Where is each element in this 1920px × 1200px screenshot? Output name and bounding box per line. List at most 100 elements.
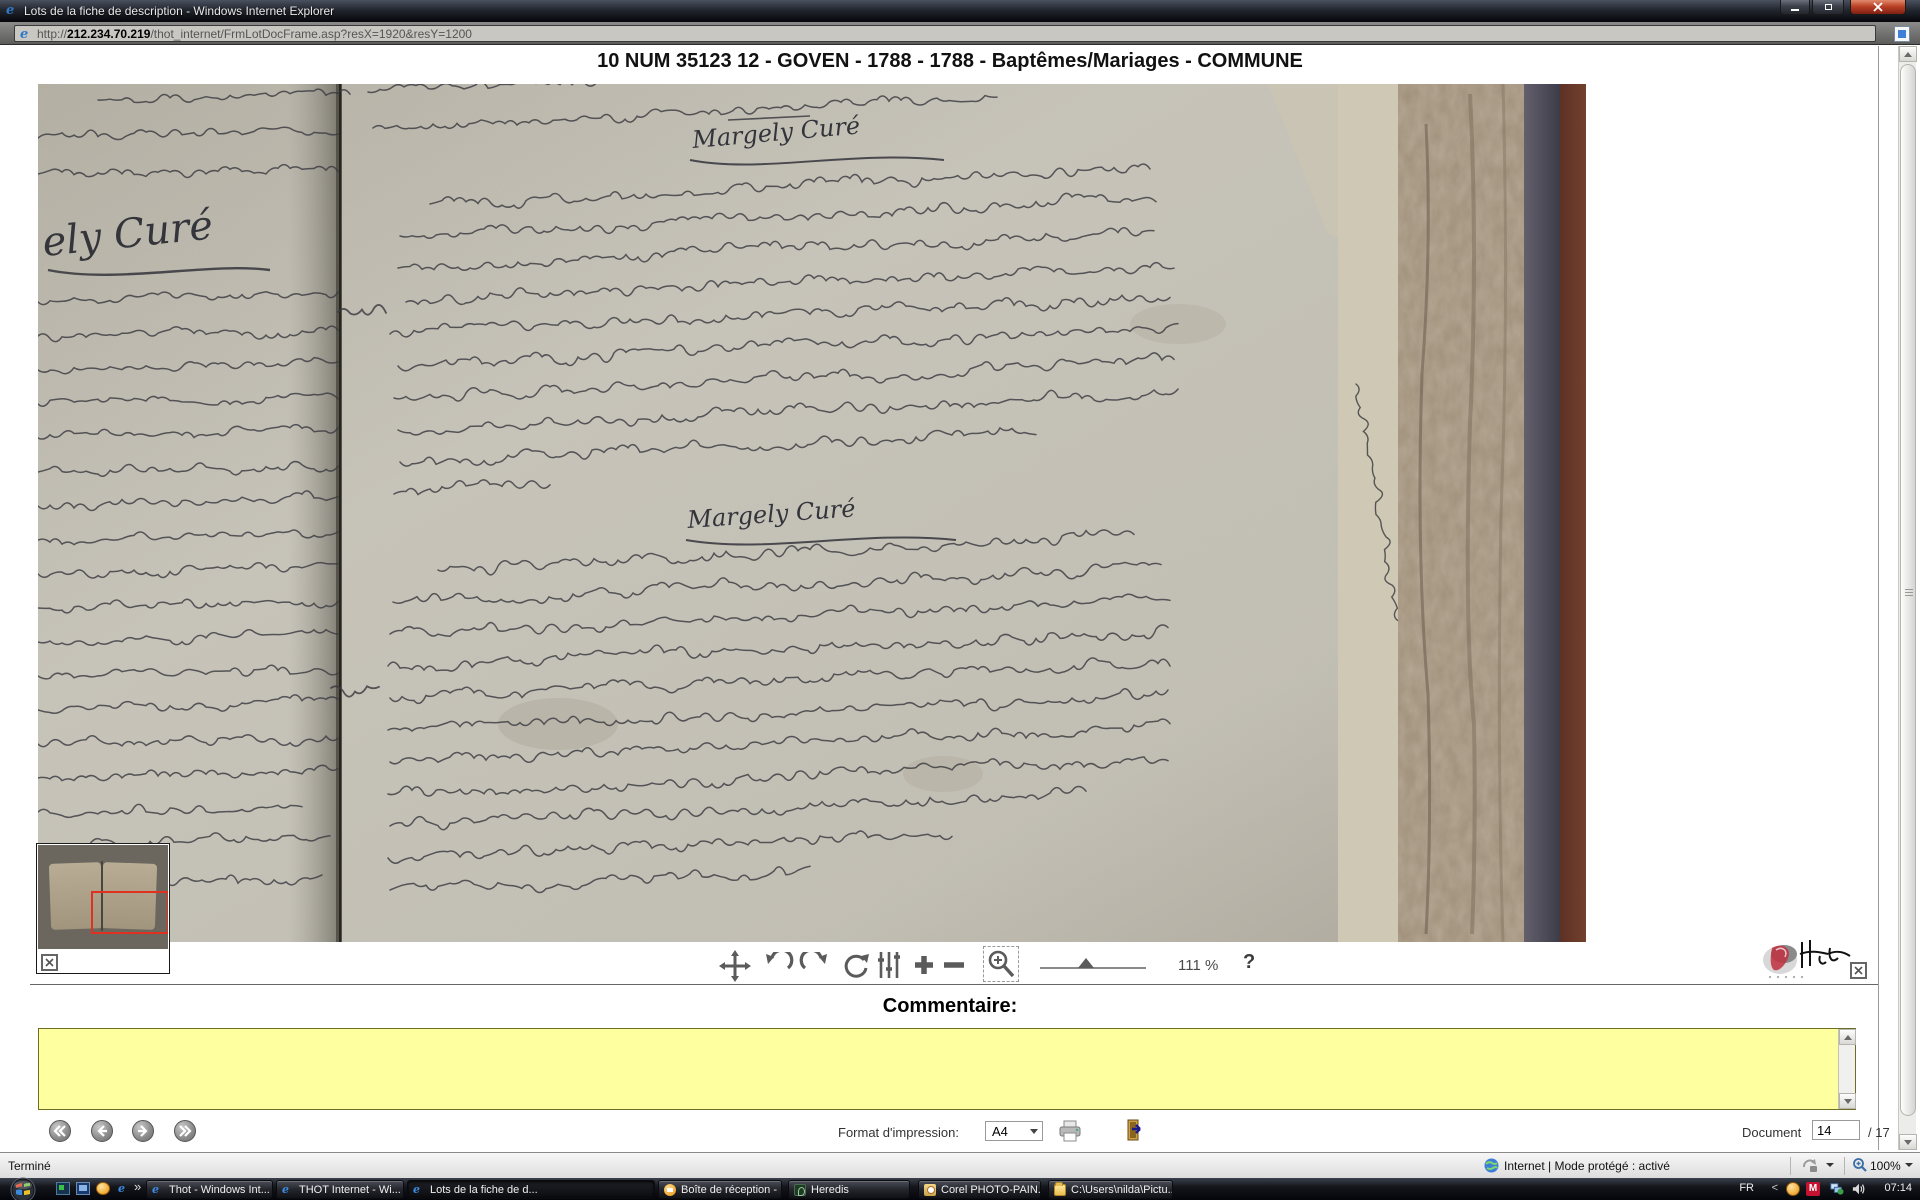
document-page-input[interactable] — [1812, 1120, 1860, 1140]
chevron-down-icon — [1030, 1129, 1038, 1134]
arrow-right-icon — [137, 1125, 149, 1137]
print-format-select[interactable]: A4 — [985, 1121, 1043, 1141]
close-icon — [1873, 2, 1883, 12]
thumbnail-photo — [38, 845, 168, 949]
quick-launch-remote-desktop-icon[interactable] — [56, 1182, 70, 1195]
quick-launch-mail-icon[interactable] — [96, 1182, 110, 1195]
zoom-select-tool[interactable] — [983, 946, 1019, 982]
ie-icon — [282, 1184, 294, 1196]
arrow-left-icon — [96, 1125, 108, 1137]
thumbnail-navigator[interactable] — [36, 843, 170, 974]
last-document-button[interactable] — [174, 1120, 196, 1142]
page-scroll-up-button[interactable] — [1899, 46, 1917, 62]
print-button[interactable] — [1058, 1120, 1082, 1142]
ie-icon — [413, 1184, 425, 1196]
internet-zone-icon — [1484, 1158, 1499, 1173]
page-scrollbar[interactable] — [1898, 46, 1916, 1150]
zoom-slider-handle[interactable] — [1078, 958, 1094, 968]
arrow-up-icon — [1844, 1035, 1852, 1040]
page-zoom-value[interactable]: 100% — [1870, 1159, 1901, 1173]
scroll-down-button[interactable] — [1839, 1093, 1856, 1109]
minimize-button[interactable] — [1780, 0, 1810, 15]
first-document-button[interactable] — [49, 1120, 71, 1142]
document-page-label: Document — [1742, 1125, 1801, 1140]
taskbar-button-thot-internet[interactable]: THOT Internet - Wi... — [276, 1180, 404, 1199]
arrow-down-icon — [1904, 1140, 1912, 1145]
address-bar: http://212.234.70.219/thot_internet/FrmL… — [0, 22, 1920, 45]
comment-label: Commentaire: — [0, 995, 1900, 1018]
tray-expand-chevron[interactable]: < — [1772, 1182, 1778, 1194]
taskbar-button-lots-fiche[interactable]: Lots de la fiche de d... — [407, 1180, 655, 1199]
restore-button[interactable] — [1812, 0, 1844, 15]
chevron-down-icon[interactable] — [1905, 1163, 1913, 1167]
tray-mail-icon[interactable] — [1786, 1182, 1800, 1196]
page-scroll-thumb[interactable] — [1900, 64, 1916, 1116]
page-ie-icon — [20, 28, 28, 41]
start-button[interactable] — [10, 1177, 36, 1200]
zoom-out-button[interactable] — [941, 953, 967, 977]
close-icon — [45, 958, 54, 967]
rotate-cw-button[interactable] — [799, 952, 831, 980]
tray-clock[interactable]: 07:14 — [1884, 1182, 1912, 1194]
window-title: Lots de la fiche de description - Window… — [24, 4, 334, 18]
mail-icon — [664, 1184, 676, 1196]
scroll-up-button[interactable] — [1839, 1029, 1856, 1045]
adjustments-button[interactable] — [877, 950, 903, 980]
restore-icon — [1825, 4, 1832, 10]
corel-icon — [924, 1184, 936, 1196]
quick-launch-display-icon[interactable] — [76, 1182, 90, 1195]
print-format-value: A4 — [992, 1124, 1008, 1139]
close-icon — [1854, 966, 1863, 975]
status-text: Terminé — [8, 1159, 51, 1173]
page-refresh-icon[interactable] — [1894, 26, 1910, 42]
taskbar-button-thot[interactable]: Thot - Windows Int... — [146, 1180, 273, 1199]
taskbar-button-label: Thot - Windows Int... — [169, 1184, 270, 1196]
exit-button[interactable] — [1120, 1118, 1142, 1142]
arrow-down-icon — [1844, 1099, 1852, 1104]
chevron-down-icon[interactable] — [1826, 1163, 1834, 1167]
taskbar-button-label: C:\Users\nilda\Pictu... — [1071, 1184, 1173, 1196]
document-header: 10 NUM 35123 12 - GOVEN - 1788 - 1788 - … — [0, 50, 1900, 73]
comment-textarea[interactable] — [38, 1028, 1856, 1110]
arrow-up-icon — [1904, 52, 1912, 57]
status-separator — [1790, 1157, 1791, 1175]
folder-icon — [1054, 1184, 1066, 1196]
page-scroll-down-button[interactable] — [1899, 1134, 1917, 1150]
taskbar-button-label: Corel PHOTO-PAIN... — [941, 1184, 1041, 1196]
print-format-label: Format d'impression: — [838, 1125, 959, 1140]
double-chevron-right-icon — [178, 1125, 192, 1137]
url-host: 212.234.70.219 — [67, 27, 150, 41]
zoom-in-button[interactable] — [910, 953, 938, 977]
rotate-ccw-button[interactable] — [762, 952, 794, 980]
tray-mcafee-icon[interactable]: M — [1806, 1182, 1820, 1196]
taskbar-button-corel[interactable]: Corel PHOTO-PAIN... — [918, 1180, 1041, 1199]
taskbar-button-heredis[interactable]: Heredis — [788, 1180, 910, 1199]
close-button[interactable] — [1850, 0, 1906, 15]
tray-volume-icon[interactable] — [1852, 1182, 1866, 1196]
manuscript-image[interactable]: ely Curé Margely Curé Margely Curé — [38, 84, 1586, 942]
language-indicator[interactable]: FR — [1739, 1182, 1754, 1194]
rotate-reset-button[interactable] — [840, 950, 870, 980]
viewer-close-button[interactable] — [1850, 962, 1867, 979]
status-separator — [1844, 1157, 1845, 1175]
taskbar-button-pictures-folder[interactable]: C:\Users\nilda\Pictu... — [1048, 1180, 1173, 1199]
next-document-button[interactable] — [132, 1120, 154, 1142]
tray-network-icon[interactable] — [1830, 1182, 1844, 1196]
thumbnail-viewport-rect[interactable] — [91, 891, 168, 934]
help-button[interactable]: ? — [1243, 951, 1255, 974]
previous-document-button[interactable] — [91, 1120, 113, 1142]
quick-launch-ie-icon[interactable] — [118, 1183, 125, 1194]
page-zoom-icon — [1852, 1157, 1868, 1173]
section-divider — [30, 984, 1878, 985]
quick-launch-overflow-chevron[interactable]: » — [134, 1179, 141, 1194]
thumbnail-close-button[interactable] — [41, 954, 58, 971]
refresh-shield-icon[interactable] — [1802, 1158, 1818, 1173]
comment-scrollbar[interactable] — [1838, 1029, 1855, 1109]
taskbar-button-label: THOT Internet - Wi... — [299, 1184, 401, 1196]
zoom-percent-label: 111 % — [1178, 957, 1218, 974]
taskbar: » Thot - Windows Int... THOT Internet - … — [0, 1178, 1920, 1200]
heredis-icon — [794, 1184, 806, 1196]
pan-tool-button[interactable] — [718, 949, 752, 983]
taskbar-button-inbox[interactable]: Boîte de réception - ... — [658, 1180, 782, 1199]
url-field[interactable]: http://212.234.70.219/thot_internet/FrmL… — [14, 25, 1876, 42]
